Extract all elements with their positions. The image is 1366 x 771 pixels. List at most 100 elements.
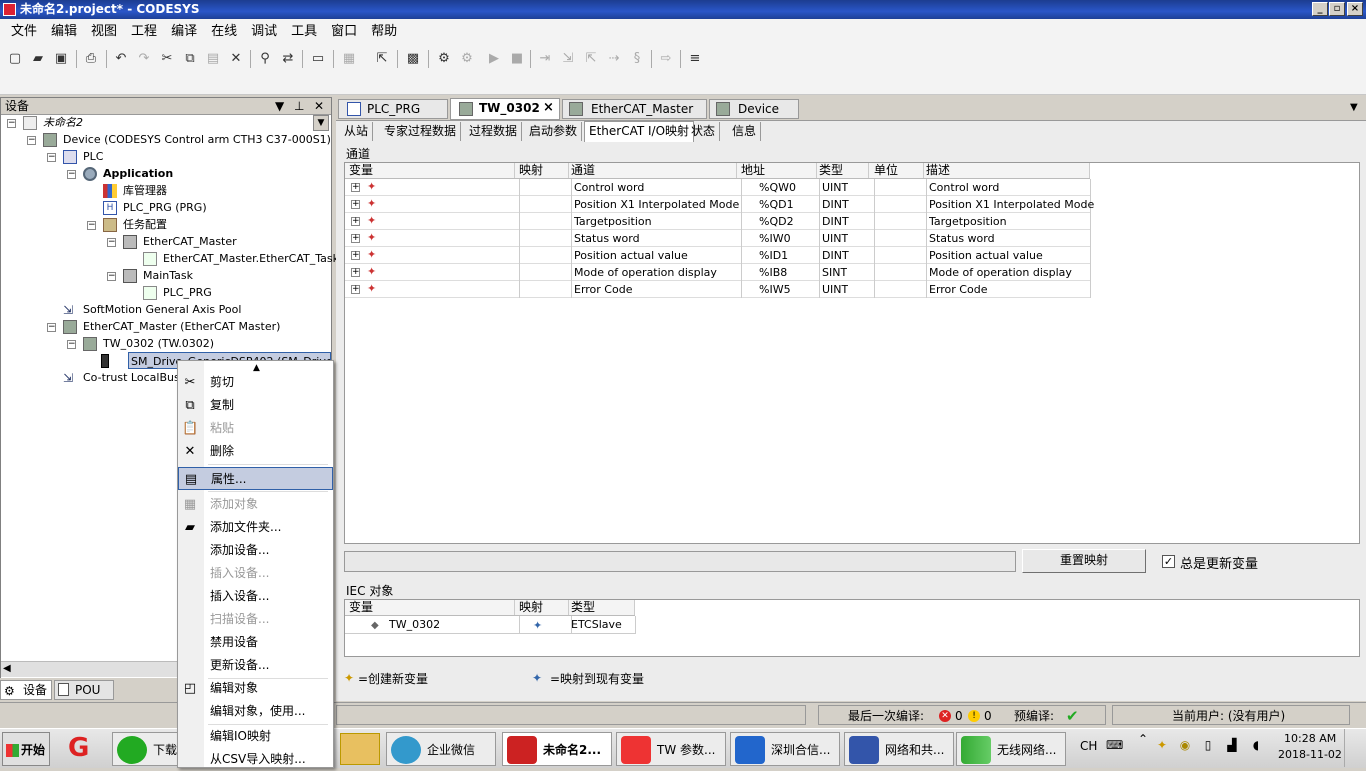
tree-item-axis-pool[interactable]: SoftMotion General Axis Pool	[83, 301, 241, 318]
context-menu-item[interactable]: 编辑对象，使用...	[178, 700, 333, 723]
tree-item-localbus[interactable]: Co-trust LocalBus	[83, 369, 180, 386]
undo-icon[interactable]: ↶	[112, 50, 130, 68]
build-icon[interactable]: ▩	[404, 50, 422, 68]
table-row[interactable]: + ✦ Control word %QW0 UINT Control word	[345, 179, 1091, 196]
expand-toggle[interactable]: +	[351, 268, 360, 277]
set-next-icon[interactable]: §	[628, 50, 646, 68]
taskbar-item-codesys-active[interactable]: 未命名2...	[502, 732, 612, 766]
subtab-startup-params[interactable]: 启动参数	[525, 122, 583, 141]
subtab-expert-process-data[interactable]: 专家过程数据	[380, 122, 462, 141]
table-row[interactable]: + ✦ Targetposition %QD2 DINT Targetposition	[345, 213, 1091, 230]
context-menu-item[interactable]: 编辑IO映射	[178, 725, 333, 748]
tab-plc-prg[interactable]: PLC_PRG	[338, 99, 448, 119]
pane-close-icon[interactable]: ✕	[314, 98, 324, 115]
subtab-info[interactable]: 信息	[728, 122, 762, 141]
column-header-address[interactable]: 地址	[741, 163, 817, 178]
clock-date[interactable]: 2018-11-02	[1278, 748, 1342, 761]
tree-scroll-dropdown-icon[interactable]: ▼	[313, 115, 329, 131]
expand-toggle[interactable]: −	[7, 119, 16, 128]
menu-build[interactable]: 编译	[164, 19, 204, 45]
menu-view[interactable]: 视图	[84, 19, 124, 45]
menu-help[interactable]: 帮助	[364, 19, 404, 45]
window-icon[interactable]: ▭	[309, 50, 327, 68]
clock-time[interactable]: 10:28 AM	[1284, 732, 1336, 745]
tab-close-icon[interactable]: ×	[543, 99, 554, 117]
tab-pou[interactable]: POU	[54, 680, 114, 700]
object-icon[interactable]: ▦	[340, 50, 358, 68]
toolbar-options-icon[interactable]: ≡	[686, 50, 704, 68]
context-menu-item[interactable]: 扫描设备...	[178, 608, 333, 631]
subtab-slave[interactable]: 从站	[340, 122, 374, 141]
tree-item-ethercat-master-task[interactable]: EtherCAT_Master	[143, 233, 237, 250]
taskbar-item-downloads[interactable]: 下载箱	[112, 732, 178, 766]
close-button[interactable]: ×	[1347, 2, 1363, 16]
context-menu-item[interactable]: ✕ 删除	[178, 440, 333, 463]
column-header-variable[interactable]: 变量	[349, 163, 515, 178]
pane-dropdown-icon[interactable]: ▼	[275, 98, 284, 115]
delete-icon[interactable]: ✕	[227, 50, 245, 68]
iec-column-variable[interactable]: 变量	[349, 600, 515, 615]
subtab-status[interactable]: 状态	[687, 122, 721, 141]
expand-toggle[interactable]: −	[67, 340, 76, 349]
tray-signal-icon[interactable]: ▟	[1224, 737, 1240, 753]
tray-security-icon[interactable]: ◉	[1177, 737, 1193, 753]
taskbar-item-wecom[interactable]: 企业微信	[386, 732, 496, 766]
expand-toggle[interactable]: +	[351, 200, 360, 209]
minimize-button[interactable]: _	[1312, 2, 1328, 16]
tree-item-plc[interactable]: PLC	[83, 148, 103, 165]
context-menu-item[interactable]: 插入设备...	[178, 585, 333, 608]
menu-tools[interactable]: 工具	[284, 19, 324, 45]
tray-expand-icon[interactable]: ⌃	[1135, 731, 1151, 747]
run-icon[interactable]: ▶	[485, 50, 503, 68]
tray-device-icon[interactable]: ▯	[1200, 737, 1216, 753]
expand-toggle[interactable]: +	[351, 183, 360, 192]
context-menu-item[interactable]: ▤ 属性...	[178, 467, 333, 490]
context-menu-item[interactable]: ▦ 添加对象	[178, 493, 333, 516]
tree-item-device[interactable]: Device (CODESYS Control arm CTH3 C37-000…	[63, 131, 331, 148]
expand-toggle[interactable]: −	[107, 272, 116, 281]
expand-toggle[interactable]: +	[351, 251, 360, 260]
step-in-icon[interactable]: ⇲	[559, 50, 577, 68]
taskbar-item-wps[interactable]: 深圳合信...	[730, 732, 840, 766]
context-menu-item[interactable]: ▰ 添加文件夹...	[178, 516, 333, 539]
context-menu-item[interactable]: 添加设备...	[178, 539, 333, 562]
breakpoint-icon[interactable]: ⇨	[657, 50, 675, 68]
tree-item-ethercat-task-call[interactable]: EtherCAT_Master.EtherCAT_Task	[163, 250, 339, 267]
subtab-process-data[interactable]: 过程数据	[465, 122, 523, 141]
column-header-mapping[interactable]: 映射	[519, 163, 569, 178]
step-out-icon[interactable]: ⇱	[582, 50, 600, 68]
tab-ethercat-master[interactable]: EtherCAT_Master	[562, 99, 707, 119]
table-row[interactable]: + ✦ Error Code %IW5 UINT Error Code	[345, 281, 1091, 298]
show-desktop-button[interactable]	[1344, 729, 1364, 767]
context-menu-item[interactable]: ◰ 编辑对象	[178, 677, 333, 700]
expand-toggle[interactable]: −	[47, 153, 56, 162]
start-button[interactable]: 开始	[2, 732, 50, 766]
redo-icon[interactable]: ↷	[135, 50, 153, 68]
expand-toggle[interactable]: +	[351, 234, 360, 243]
context-menu-item[interactable]: ✂ 剪切	[178, 371, 333, 394]
export-icon[interactable]: ⇱	[373, 50, 391, 68]
tree-item-maintask[interactable]: MainTask	[143, 267, 193, 284]
column-header-type[interactable]: 类型	[819, 163, 869, 178]
tree-item-task-config[interactable]: 任务配置	[123, 216, 167, 233]
tree-item-plc-prg[interactable]: PLC_PRG (PRG)	[123, 199, 207, 216]
taskbar-item-pdf[interactable]: TW 参数...	[616, 732, 726, 766]
menu-edit[interactable]: 编辑	[44, 19, 84, 45]
menu-debug[interactable]: 调试	[244, 19, 284, 45]
expand-toggle[interactable]: +	[351, 285, 360, 294]
pin-icon[interactable]: ⊥	[294, 98, 304, 115]
column-header-channel[interactable]: 通道	[571, 163, 737, 178]
tray-app-icon[interactable]: ✦	[1154, 737, 1170, 753]
taskbar-item-network[interactable]: 网络和共...	[844, 732, 954, 766]
precompile-ok-icon[interactable]: ✔	[1066, 707, 1079, 725]
iec-column-mapping[interactable]: 映射	[519, 600, 569, 615]
file-explorer-icon[interactable]	[340, 733, 380, 765]
new-file-icon[interactable]: ▢	[6, 50, 24, 68]
replace-icon[interactable]: ⇄	[279, 50, 297, 68]
expand-toggle[interactable]: −	[27, 136, 36, 145]
subtab-io-mapping-active[interactable]: EtherCAT I/O映射	[584, 121, 695, 142]
open-file-icon[interactable]: ▰	[29, 50, 47, 68]
context-menu-item[interactable]: ⧉ 复制	[178, 394, 333, 417]
tab-tw0302-active[interactable]: TW_0302 ×	[450, 98, 560, 120]
scroll-left-icon[interactable]: ◀	[3, 663, 11, 674]
